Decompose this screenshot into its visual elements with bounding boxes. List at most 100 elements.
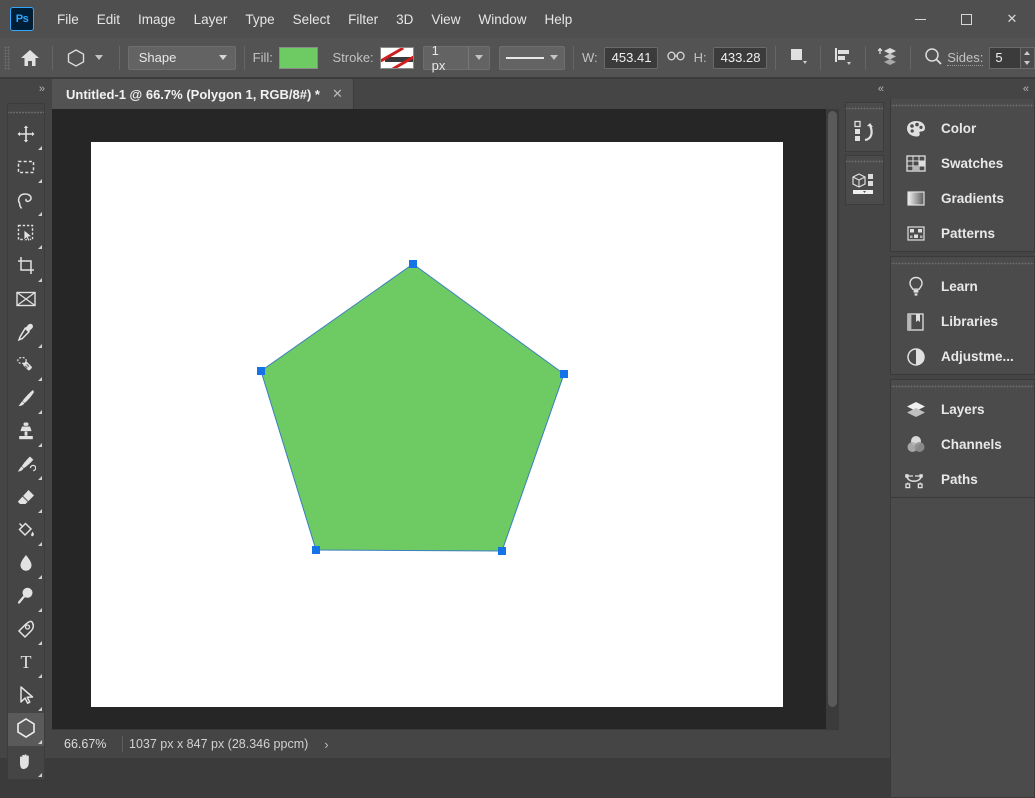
panel-item-adjustments[interactable]: Adjustme... [891, 339, 1034, 374]
clone-stamp-icon [16, 421, 36, 444]
frame-icon [15, 289, 37, 312]
status-expand-button[interactable]: › [324, 737, 328, 752]
panel-item-paths[interactable]: Paths [891, 462, 1034, 497]
panel-item-patterns[interactable]: Patterns [891, 216, 1034, 251]
tool-path-selection[interactable] [8, 680, 44, 713]
path-arrangement-button[interactable] [874, 44, 902, 72]
path-anchor-point[interactable] [312, 546, 320, 554]
artboard[interactable] [91, 142, 783, 707]
tool-hand[interactable] [8, 746, 44, 779]
fill-color-swatch[interactable] [279, 47, 319, 69]
path-anchor-point[interactable] [257, 367, 265, 375]
tool-move[interactable] [8, 119, 44, 152]
tool-object-selection[interactable] [8, 218, 44, 251]
options-separator-5 [775, 46, 776, 70]
path-alignment-button[interactable] [829, 44, 857, 72]
path-anchor-point[interactable] [498, 547, 506, 555]
tool-lasso[interactable] [8, 185, 44, 218]
menu-window[interactable]: Window [469, 8, 535, 31]
flyout-triangle-icon [38, 410, 42, 414]
menu-image[interactable]: Image [129, 8, 185, 31]
tool-mode-select[interactable]: Shape [128, 46, 236, 70]
tools-grip[interactable] [8, 107, 44, 117]
path-operations-button[interactable] [784, 44, 812, 72]
stroke-style-picker[interactable] [499, 46, 565, 70]
panels-collapse-button[interactable]: « [890, 79, 1035, 99]
menu-file[interactable]: File [48, 8, 88, 31]
gear-geometry-icon [923, 46, 943, 69]
minimize-button[interactable] [897, 0, 943, 38]
history-panel-button[interactable] [846, 113, 883, 151]
chevron-up-icon[interactable] [1024, 51, 1030, 55]
canvas-area[interactable] [52, 109, 839, 729]
stroke-width-field[interactable]: 1 px [423, 46, 490, 70]
tool-history-brush[interactable] [8, 449, 44, 482]
width-label: W: [582, 50, 598, 65]
canvas-vertical-scrollbar[interactable] [826, 109, 839, 729]
dock-collapse-button[interactable]: « [839, 79, 890, 99]
sides-value: 5 [995, 50, 1002, 65]
menu-select[interactable]: Select [284, 8, 340, 31]
properties-panel-button[interactable] [846, 166, 883, 204]
panel-item-color[interactable]: Color [891, 111, 1034, 146]
path-anchor-point[interactable] [409, 260, 417, 268]
history-dock-group [845, 102, 884, 152]
options-bar-grip[interactable] [4, 46, 10, 70]
width-input[interactable]: 453.41 [604, 47, 658, 69]
panel-item-label: Gradients [941, 191, 1004, 206]
menu-edit[interactable]: Edit [88, 8, 129, 31]
menu-type[interactable]: Type [236, 8, 283, 31]
stroke-color-swatch[interactable] [380, 47, 414, 69]
panel-grip[interactable] [891, 380, 1034, 392]
panel-item-swatches[interactable]: Swatches [891, 146, 1034, 181]
geometry-options-button[interactable] [919, 44, 947, 72]
menu-3d[interactable]: 3D [387, 8, 422, 31]
dock-grip[interactable] [846, 103, 883, 113]
tool-dodge[interactable] [8, 581, 44, 614]
menu-help[interactable]: Help [535, 8, 581, 31]
tools-strip: T [7, 103, 45, 780]
home-button[interactable] [16, 44, 44, 72]
tool-brush[interactable] [8, 383, 44, 416]
tool-eraser[interactable] [8, 482, 44, 515]
link-icon[interactable] [667, 49, 685, 66]
document-tab[interactable]: Untitled-1 @ 66.7% (Polygon 1, RGB/8#) *… [52, 79, 354, 109]
polygon-path[interactable] [261, 264, 564, 551]
panel-item-layers[interactable]: Layers [891, 392, 1034, 427]
menu-view[interactable]: View [422, 8, 469, 31]
tool-frame[interactable] [8, 284, 44, 317]
path-anchor-point[interactable] [560, 370, 568, 378]
menu-filter[interactable]: Filter [339, 8, 387, 31]
close-icon[interactable]: ✕ [332, 86, 343, 102]
tool-spot-healing-brush[interactable] [8, 350, 44, 383]
tool-polygon-shape[interactable] [8, 713, 44, 746]
dock-grip[interactable] [846, 156, 883, 166]
panel-item-channels[interactable]: Channels [891, 427, 1034, 462]
panel-grip[interactable] [891, 257, 1034, 269]
close-button[interactable]: ✕ [989, 0, 1035, 38]
tool-type[interactable]: T [8, 647, 44, 680]
tool-clone-stamp[interactable] [8, 416, 44, 449]
panel-item-learn[interactable]: Learn [891, 269, 1034, 304]
sides-input[interactable]: 5 [989, 47, 1019, 69]
tool-pen[interactable] [8, 614, 44, 647]
panel-grip[interactable] [891, 99, 1034, 111]
menu-layer[interactable]: Layer [185, 8, 237, 31]
tool-rectangular-marquee[interactable] [8, 152, 44, 185]
tool-eyedropper[interactable] [8, 317, 44, 350]
tools-expand-button[interactable]: » [0, 79, 52, 99]
chevron-down-icon[interactable] [1024, 61, 1030, 65]
panel-item-libraries[interactable]: Libraries [891, 304, 1034, 339]
polygon-shape[interactable] [91, 142, 783, 707]
tool-gradient[interactable] [8, 515, 44, 548]
paths-bezier-icon [903, 467, 929, 493]
tool-crop[interactable] [8, 251, 44, 284]
height-input[interactable]: 433.28 [713, 47, 767, 69]
panel-item-gradients[interactable]: Gradients [891, 181, 1034, 216]
sides-stepper[interactable] [1020, 47, 1035, 69]
scrollbar-thumb[interactable] [828, 111, 837, 707]
zoom-level[interactable]: 66.67% [52, 737, 120, 751]
shape-preset-picker[interactable] [61, 44, 111, 72]
tool-blur[interactable] [8, 548, 44, 581]
maximize-button[interactable] [943, 0, 989, 38]
